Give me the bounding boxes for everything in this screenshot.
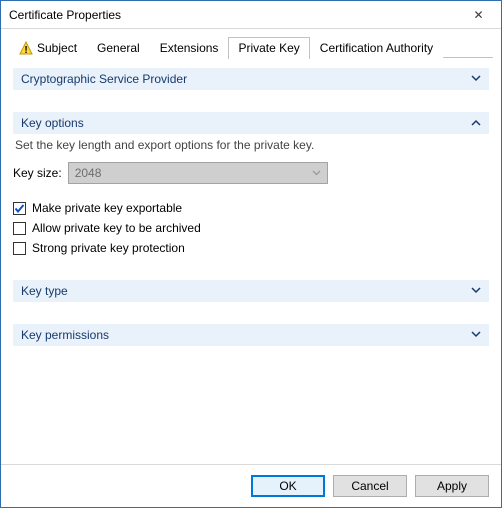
tab-label: General: [97, 41, 140, 55]
svg-text:!: !: [24, 45, 27, 55]
section-csp-header[interactable]: Cryptographic Service Provider: [13, 68, 489, 90]
cancel-button[interactable]: Cancel: [333, 475, 407, 497]
tab-private-key[interactable]: Private Key: [228, 37, 309, 59]
section-title: Cryptographic Service Provider: [21, 72, 471, 86]
tab-content: Cryptographic Service Provider Key optio…: [1, 58, 501, 464]
checkbox-exportable[interactable]: [13, 202, 26, 215]
checkbox-strong-row[interactable]: Strong private key protection: [13, 238, 489, 258]
checkbox-label: Strong private key protection: [32, 241, 185, 255]
checkbox-label: Make private key exportable: [32, 201, 182, 215]
checkbox-exportable-row[interactable]: Make private key exportable: [13, 198, 489, 218]
spacer: [13, 258, 489, 280]
chevron-down-icon: [471, 74, 481, 85]
spacer: [13, 302, 489, 324]
chevron-down-icon: [312, 168, 321, 179]
section-key-type-header[interactable]: Key type: [13, 280, 489, 302]
checkbox-label: Allow private key to be archived: [32, 221, 201, 235]
button-label: Cancel: [351, 479, 388, 493]
key-size-value: 2048: [75, 166, 312, 180]
section-title: Key options: [21, 116, 471, 130]
section-title: Key type: [21, 284, 471, 298]
window-title: Certificate Properties: [9, 8, 456, 22]
section-key-options-header[interactable]: Key options: [13, 112, 489, 134]
tab-label: Private Key: [238, 41, 299, 55]
certificate-properties-window: Certificate Properties ✕ ! Subject Gener…: [0, 0, 502, 508]
spacer: [13, 186, 489, 198]
chevron-up-icon: [471, 118, 481, 129]
warning-icon: !: [19, 41, 33, 55]
button-label: Apply: [437, 479, 467, 493]
titlebar: Certificate Properties ✕: [1, 1, 501, 29]
checkbox-archivable-row[interactable]: Allow private key to be archived: [13, 218, 489, 238]
spacer: [13, 90, 489, 112]
tab-label: Certification Authority: [320, 41, 433, 55]
tab-label: Subject: [37, 41, 77, 55]
tab-extensions[interactable]: Extensions: [150, 37, 229, 58]
section-title: Key permissions: [21, 328, 471, 342]
dialog-button-row: OK Cancel Apply: [1, 464, 501, 507]
chevron-down-icon: [471, 286, 481, 297]
tab-strip: ! Subject General Extensions Private Key…: [1, 29, 501, 58]
apply-button[interactable]: Apply: [415, 475, 489, 497]
button-label: OK: [279, 479, 296, 493]
section-key-permissions-header[interactable]: Key permissions: [13, 324, 489, 346]
key-size-select[interactable]: 2048: [68, 162, 328, 184]
close-button[interactable]: ✕: [456, 1, 501, 29]
ok-button[interactable]: OK: [251, 475, 325, 497]
checkbox-strong[interactable]: [13, 242, 26, 255]
tab-general[interactable]: General: [87, 37, 150, 58]
key-size-label: Key size:: [13, 166, 62, 180]
tab-certification-authority[interactable]: Certification Authority: [310, 37, 443, 58]
chevron-down-icon: [471, 330, 481, 341]
close-icon: ✕: [473, 8, 483, 22]
key-size-field: Key size: 2048: [13, 160, 489, 186]
section-key-options-desc: Set the key length and export options fo…: [13, 134, 489, 160]
tab-label: Extensions: [160, 41, 219, 55]
tab-subject[interactable]: ! Subject: [9, 37, 87, 58]
checkbox-archivable[interactable]: [13, 222, 26, 235]
